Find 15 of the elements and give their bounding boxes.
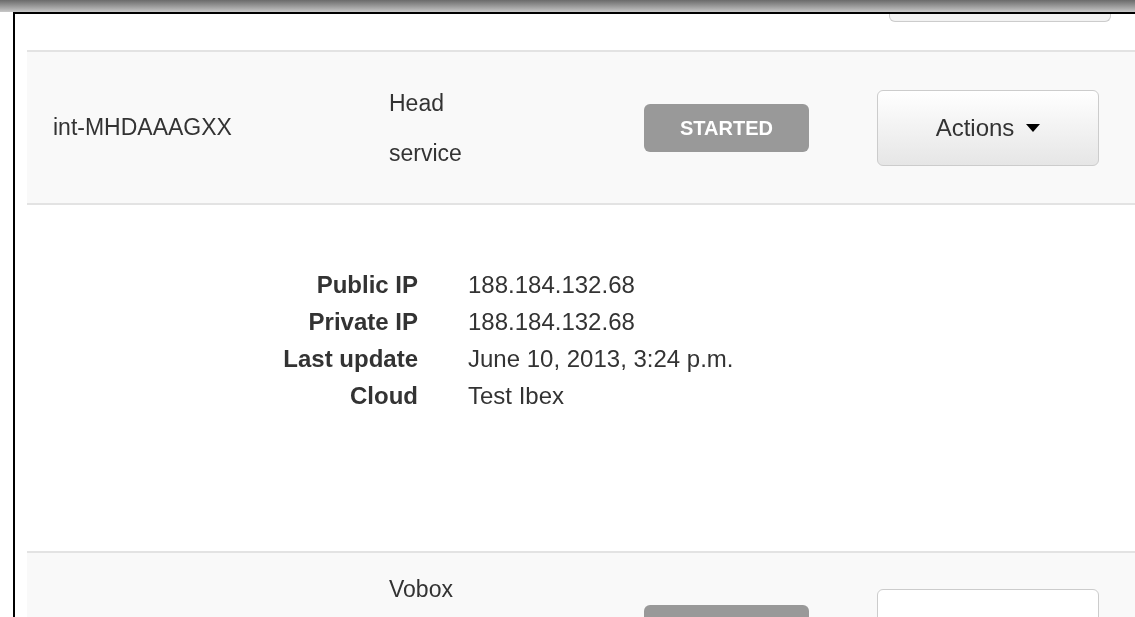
instance-id: int-MHDAAAGXX <box>53 113 233 143</box>
detail-value: Test Ibex <box>468 382 565 410</box>
detail-label: Public IP <box>315 271 418 299</box>
detail-label: Cloud <box>349 382 418 410</box>
detail-value: 188.184.132.68 <box>468 308 635 336</box>
actions-button[interactable]: Actions <box>877 89 1099 166</box>
service-name: Vobox <box>389 575 454 604</box>
service-name: Head service <box>389 88 463 168</box>
status-badge: STARTED <box>644 103 809 152</box>
detail-label: Last update <box>282 345 418 373</box>
detail-value: June 10, 2013, 3:24 p.m. <box>468 345 734 373</box>
detail-value: 188.184.132.68 <box>468 271 635 299</box>
caret-icon <box>1026 123 1041 132</box>
actions-button[interactable] <box>889 14 1111 22</box>
detail-label: Private IP <box>307 308 418 336</box>
